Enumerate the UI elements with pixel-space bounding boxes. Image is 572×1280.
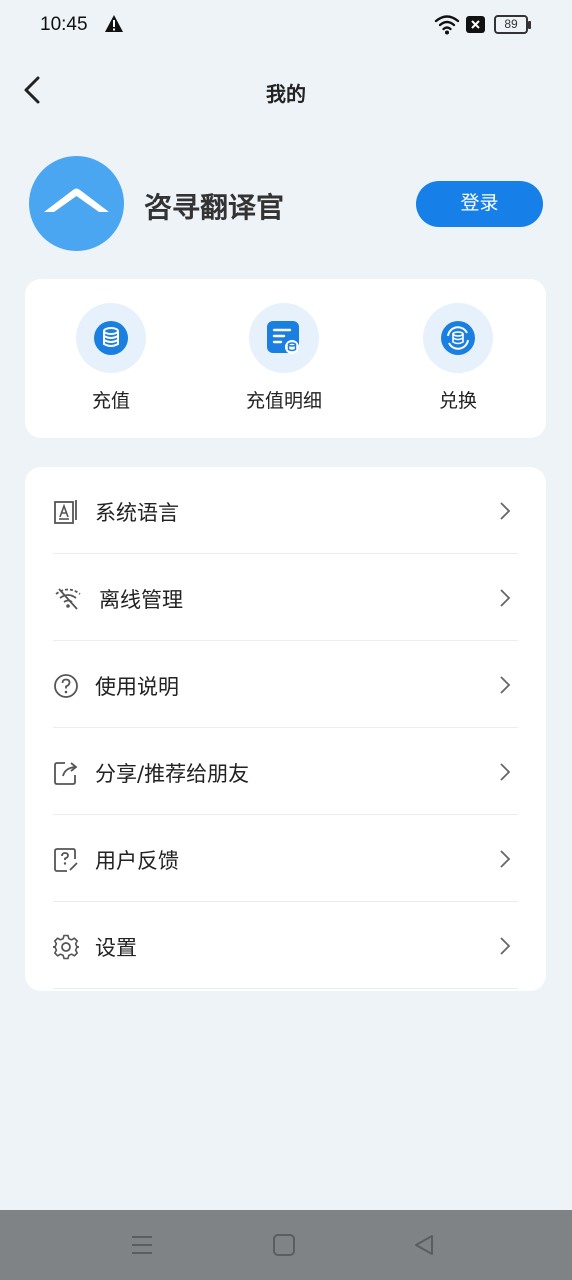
status-time: 10:45 xyxy=(40,14,88,35)
chevron-right-icon xyxy=(500,937,511,955)
recharge-detail-icon xyxy=(267,321,299,354)
menu-item-label: 用户反馈 xyxy=(95,849,179,873)
quick-actions-card: 充值 充值明细 兑换 xyxy=(25,279,546,438)
chevron-right-icon xyxy=(500,589,511,607)
menu-item-settings[interactable]: 设置 xyxy=(53,902,518,989)
username: 咨寻翻译官 xyxy=(144,191,285,224)
chevron-right-icon xyxy=(500,676,511,694)
menu-card: 系统语言 离线管理 使用说明 分享/推荐给朋友 用户反馈 设置 xyxy=(25,467,546,991)
feedback-icon xyxy=(54,848,78,872)
chevron-right-icon xyxy=(500,850,511,868)
header: 我的 xyxy=(0,60,572,120)
chevron-right-icon xyxy=(500,763,511,781)
login-button[interactable]: 登录 xyxy=(416,181,543,227)
page-title: 我的 xyxy=(266,82,306,106)
exchange-icon xyxy=(441,321,475,355)
menu-item-label: 系统语言 xyxy=(95,501,179,525)
gear-icon xyxy=(53,934,79,960)
status-bar: 10:45 89 xyxy=(0,0,572,52)
coin-stack-icon xyxy=(94,321,128,355)
share-icon xyxy=(54,762,78,785)
system-nav-bar xyxy=(0,1210,572,1280)
app-logo-icon xyxy=(44,188,109,212)
recharge-detail-label: 充值明细 xyxy=(245,390,322,412)
chevron-right-icon xyxy=(500,502,511,520)
recharge-label: 充值 xyxy=(91,390,130,412)
no-sim-icon xyxy=(466,16,485,33)
menu-item-label: 设置 xyxy=(95,936,137,960)
recharge-detail-button[interactable]: 充值明细 xyxy=(214,303,354,413)
avatar[interactable] xyxy=(29,156,124,251)
battery-level: 89 xyxy=(504,17,518,31)
battery-icon: 89 xyxy=(494,15,531,34)
menu-icon[interactable] xyxy=(130,1233,154,1257)
menu-item-share[interactable]: 分享/推荐给朋友 xyxy=(53,728,518,815)
wifi-icon xyxy=(434,15,460,35)
menu-item-label: 分享/推荐给朋友 xyxy=(95,762,250,786)
recharge-button[interactable]: 充值 xyxy=(41,303,181,413)
menu-item-label: 使用说明 xyxy=(95,675,179,699)
warning-icon xyxy=(105,15,123,32)
menu-item-instructions[interactable]: 使用说明 xyxy=(53,641,518,728)
language-icon xyxy=(54,500,77,524)
menu-item-label: 离线管理 xyxy=(99,588,183,612)
menu-item-system-language[interactable]: 系统语言 xyxy=(53,467,518,554)
offline-wifi-icon xyxy=(55,588,81,610)
help-icon xyxy=(54,674,78,698)
menu-item-feedback[interactable]: 用户反馈 xyxy=(53,815,518,902)
exchange-label: 兑换 xyxy=(438,390,477,412)
exchange-button[interactable]: 兑换 xyxy=(388,303,528,413)
back-triangle-icon[interactable] xyxy=(412,1233,436,1257)
home-icon[interactable] xyxy=(272,1233,296,1257)
menu-item-offline-management[interactable]: 离线管理 xyxy=(53,554,518,641)
